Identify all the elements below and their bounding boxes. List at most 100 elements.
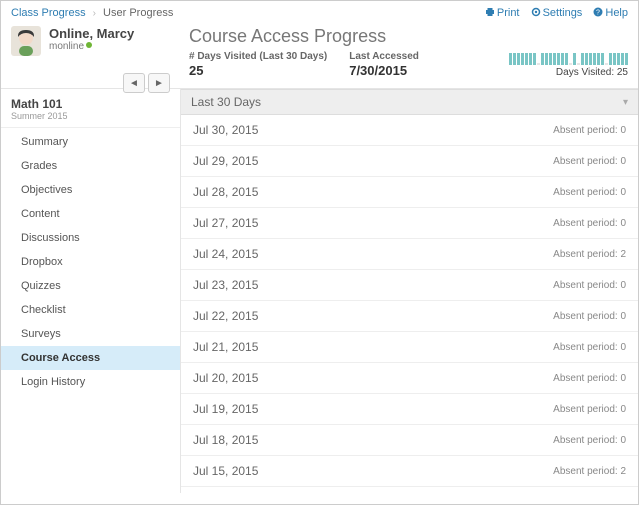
content-area: Last 30 Days ▾ Jul 30, 2015 Absent period… [181,89,638,493]
spark-bar [549,53,552,65]
row-absent-period: Absent period: 0 [553,156,626,167]
user-name: Online, Marcy [49,26,189,41]
access-row[interactable]: Jul 19, 2015 Absent period: 0 [181,394,638,425]
spark-bar [589,53,592,65]
spark-bar [521,53,524,65]
spark-bar [553,53,556,65]
access-row[interactable]: Jul 20, 2015 Absent period: 0 [181,363,638,394]
spark-bar [605,63,608,65]
row-absent-period: Absent period: 0 [553,125,626,136]
chevron-down-icon: ▾ [623,97,628,108]
spark-bar [609,53,612,65]
row-absent-period: Absent period: 0 [553,187,626,198]
spark-bar [625,53,628,65]
section-title: Last 30 Days [191,95,261,109]
row-absent-period: Absent period: 0 [553,435,626,446]
spark-bar [529,53,532,65]
sidebar-item-grades[interactable]: Grades [1,154,180,178]
gear-icon [531,7,541,17]
page-title: Course Access Progress [189,26,628,47]
prev-user-button[interactable]: ◄ [123,73,145,93]
row-absent-period: Absent period: 0 [553,404,626,415]
help-link[interactable]: ?Help [593,7,628,19]
row-absent-period: Absent period: 0 [553,373,626,384]
sidebar-item-quizzes[interactable]: Quizzes [1,274,180,298]
sidebar-item-objectives[interactable]: Objectives [1,178,180,202]
row-date: Jul 21, 2015 [193,340,258,354]
breadcrumb-current: User Progress [103,7,173,19]
spark-bar [621,53,624,65]
sidebar-item-checklist[interactable]: Checklist [1,298,180,322]
spark-bar [513,53,516,65]
row-date: Jul 23, 2015 [193,278,258,292]
row-date: Jul 18, 2015 [193,433,258,447]
spark-bar [581,53,584,65]
sidebar-item-content[interactable]: Content [1,202,180,226]
next-user-button[interactable]: ► [148,73,170,93]
breadcrumb-root[interactable]: Class Progress [11,7,86,19]
row-date: Jul 29, 2015 [193,154,258,168]
print-icon [485,7,495,17]
sidebar-item-login-history[interactable]: Login History [1,370,180,394]
sparkline-label: Days Visited: 25 [509,67,628,78]
sidebar-item-surveys[interactable]: Surveys [1,322,180,346]
section-header[interactable]: Last 30 Days ▾ [181,89,638,115]
row-date: Jul 15, 2015 [193,464,258,478]
spark-bar [557,53,560,65]
spark-bar [585,53,588,65]
row-absent-period: Absent period: 0 [553,342,626,353]
spark-bar [577,63,580,65]
access-row[interactable]: Jul 18, 2015 Absent period: 0 [181,425,638,456]
sidebar-item-discussions[interactable]: Discussions [1,226,180,250]
row-date: Jul 27, 2015 [193,216,258,230]
spark-bar [509,53,512,65]
sidebar-item-summary[interactable]: Summary [1,130,180,154]
sparkline [509,51,628,65]
access-row[interactable]: Jul 24, 2015Absent period: 2 [181,239,638,270]
row-date: Jul 22, 2015 [193,309,258,323]
row-absent-period: Absent period: 0 [553,311,626,322]
access-row[interactable]: Jul 15, 2015Absent period: 2 [181,456,638,487]
course-term: Summer 2015 [1,111,180,128]
access-row[interactable]: Jul 21, 2015 Absent period: 0 [181,332,638,363]
access-row[interactable]: Jul 30, 2015 Absent period: 0 [181,115,638,146]
sidebar-item-dropbox[interactable]: Dropbox [1,250,180,274]
spark-bar [573,53,576,65]
row-absent-period: Absent period: 2 [553,249,626,260]
access-row[interactable]: Jul 29, 2015 Absent period: 0 [181,146,638,177]
user-username: monline [49,41,189,52]
spark-bar [593,53,596,65]
row-absent-period: Absent period: 0 [553,218,626,229]
sidebar: Math 101 Summer 2015 SummaryGradesObject… [1,89,181,493]
days-visited-value: 25 [189,63,327,78]
print-link[interactable]: Print [485,7,523,19]
row-date: Jul 19, 2015 [193,402,258,416]
status-dot-icon [86,42,92,48]
row-date: Jul 28, 2015 [193,185,258,199]
access-row[interactable]: Jul 23, 2015 Absent period: 0 [181,270,638,301]
row-date: Jul 20, 2015 [193,371,258,385]
spark-bar [597,53,600,65]
course-name: Math 101 [1,93,180,111]
days-visited-label: # Days Visited (Last 30 Days) [189,51,327,62]
avatar [11,26,41,56]
last-accessed-label: Last Accessed [349,51,419,62]
settings-link[interactable]: Settings [531,7,586,19]
row-date: Jul 30, 2015 [193,123,258,137]
sidebar-item-course-access[interactable]: Course Access [1,346,180,370]
spark-bar [517,53,520,65]
access-row[interactable]: Jul 27, 2015 Absent period: 0 [181,208,638,239]
access-row[interactable]: Jul 28, 2015 Absent period: 0 [181,177,638,208]
spark-bar [569,63,572,65]
top-actions: Print Settings ?Help [477,7,628,19]
row-absent-period: Absent period: 0 [553,280,626,291]
breadcrumb-separator: › [93,8,96,19]
access-row[interactable]: Jul 22, 2015 Absent period: 0 [181,301,638,332]
spark-bar [525,53,528,65]
svg-text:?: ? [596,10,600,17]
breadcrumb: Class Progress › User Progress [11,7,173,19]
spark-bar [561,53,564,65]
spark-bar [545,53,548,65]
spark-bar [537,63,540,65]
spark-bar [617,53,620,65]
